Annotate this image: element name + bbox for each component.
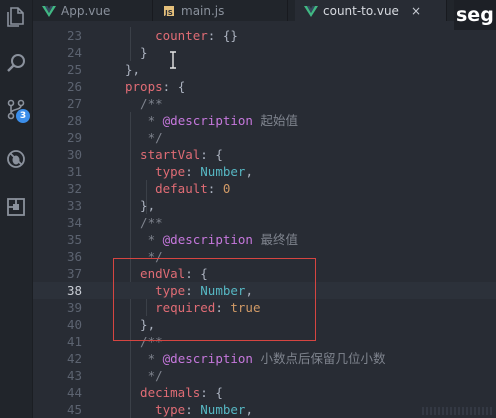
line-number: 33 (66, 198, 82, 213)
code-text: startVal: { (125, 147, 223, 162)
line-number: 26 (66, 79, 82, 94)
activity-bar: 3 (0, 0, 33, 418)
code-line: 32 default: 0 (33, 180, 496, 197)
line-number: 36 (66, 249, 82, 264)
code-text: decimals: { (125, 385, 223, 400)
tab-app-vue[interactable]: App.vue (33, 0, 153, 21)
line-number: 28 (66, 113, 82, 128)
tab-count-to-vue[interactable]: count-to.vue × (295, 0, 447, 21)
code-text: type: Number, (125, 164, 253, 179)
code-editor[interactable]: 23 counter: {} 24 } 25}, 26 props: { 27 /… (33, 27, 496, 418)
tab-main-js[interactable]: JS main.js (153, 0, 288, 21)
code-line: 33 }, (33, 197, 496, 214)
watermark-logo: seg (454, 0, 496, 30)
line-number: 38 (66, 283, 82, 298)
line-number: 39 (66, 300, 82, 315)
line-number: 25 (66, 62, 82, 77)
code-line: 23 counter: {} (33, 27, 496, 44)
code-line: 44 decimals: { (33, 384, 496, 401)
code-text: /** (125, 334, 163, 349)
code-text: * @description 起始值 (125, 113, 298, 128)
code-line: 42 * @description 小数点后保留几位小数 (33, 350, 496, 367)
files-icon[interactable] (3, 4, 29, 30)
extensions-icon[interactable] (3, 194, 29, 220)
line-number: 27 (66, 96, 82, 111)
tab-bar: App.vue JS main.js count-to.vue × (33, 0, 496, 21)
code-text: }, (125, 198, 156, 213)
code-line: 24 } (33, 44, 496, 61)
code-text: type: Number, (125, 283, 253, 298)
line-number: 44 (66, 385, 82, 400)
code-text: */ (125, 130, 163, 145)
line-number: 31 (66, 164, 82, 179)
code-text: }, (125, 62, 141, 77)
line-number: 23 (66, 28, 82, 43)
line-number: 34 (66, 215, 82, 230)
tab-label: count-to.vue (323, 3, 399, 18)
code-line: 28 * @description 起始值 (33, 112, 496, 129)
code-text: props: { (125, 79, 186, 94)
line-number: 35 (66, 232, 82, 247)
line-number: 29 (66, 130, 82, 145)
code-text: */ (125, 249, 163, 264)
code-text: default: 0 (125, 181, 231, 196)
line-number: 30 (66, 147, 82, 162)
code-line: 40 }, (33, 316, 496, 333)
vue-file-icon (304, 5, 318, 17)
debug-icon[interactable] (3, 146, 29, 172)
close-icon[interactable]: × (411, 4, 421, 18)
tab-label: main.js (181, 3, 225, 18)
code-line: 29 */ (33, 129, 496, 146)
line-number: 24 (66, 45, 82, 60)
line-number: 37 (66, 266, 82, 281)
tab-label: App.vue (61, 3, 111, 18)
code-line: 34 /** (33, 214, 496, 231)
source-control-badge: 3 (16, 109, 30, 123)
line-number: 42 (66, 351, 82, 366)
code-line: 35 * @description 最终值 (33, 231, 496, 248)
watermark-strip (422, 407, 492, 415)
code-line: 39 required: true (33, 299, 496, 316)
code-line: 41 /** (33, 333, 496, 350)
code-line: 27 /** (33, 95, 496, 112)
code-line-current: 38 type: Number, (33, 282, 496, 299)
line-number: 45 (66, 402, 82, 417)
code-text: } (125, 45, 148, 60)
code-text: /** (125, 215, 163, 230)
text-cursor-icon (170, 51, 176, 69)
vue-file-icon (42, 5, 56, 17)
code-line: 26 props: { (33, 78, 496, 95)
line-number: 40 (66, 317, 82, 332)
search-icon[interactable] (3, 50, 29, 76)
code-line: 31 type: Number, (33, 163, 496, 180)
code-line: 43 */ (33, 367, 496, 384)
code-line: 30 startVal: { (33, 146, 496, 163)
source-control-icon[interactable]: 3 (3, 96, 30, 123)
code-text: */ (125, 368, 163, 383)
code-text: type: Number, (125, 402, 253, 417)
line-number: 32 (66, 181, 82, 196)
code-line: 37 endVal: { (33, 265, 496, 282)
code-text: * @description 最终值 (125, 232, 298, 247)
code-line: 25}, (33, 61, 496, 78)
svg-text:JS: JS (164, 9, 173, 17)
code-text: }, (125, 317, 156, 332)
line-number: 43 (66, 368, 82, 383)
code-text: /** (125, 96, 163, 111)
js-file-icon: JS (164, 5, 174, 17)
line-number: 41 (66, 334, 82, 349)
code-text: endVal: { (125, 266, 208, 281)
code-line: 36 */ (33, 248, 496, 265)
code-text: * @description 小数点后保留几位小数 (125, 351, 386, 366)
code-text: required: true (125, 300, 261, 315)
code-text: counter: {} (125, 28, 238, 43)
